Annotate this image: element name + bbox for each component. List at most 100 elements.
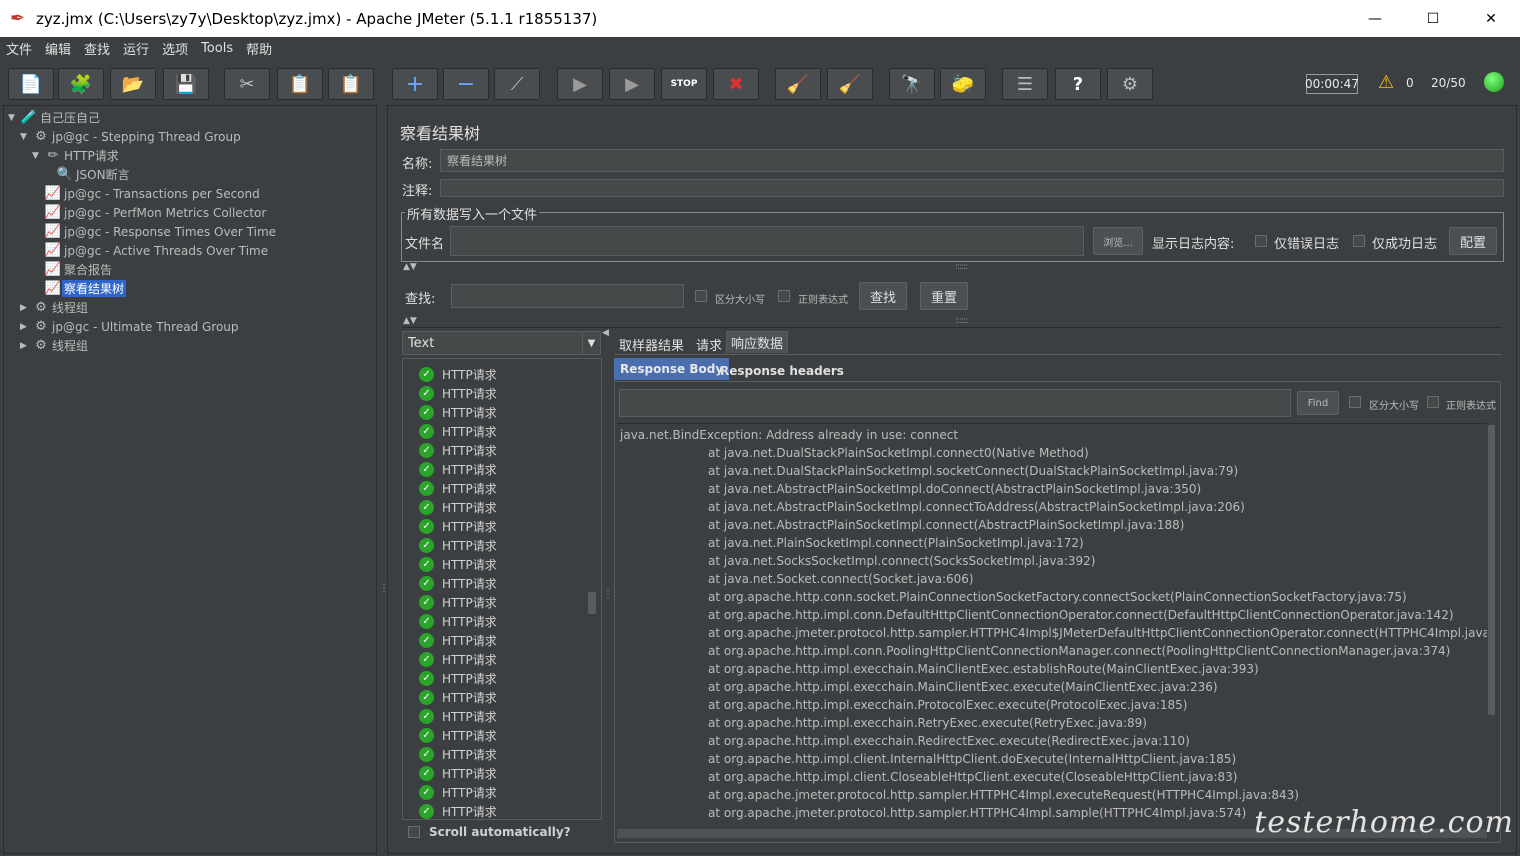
start-no-pauses-icon[interactable]: ▶ [609,68,655,100]
collapsed-arrow-icon[interactable]: ▶ [20,322,32,332]
expanded-arrow-icon[interactable]: ▼ [32,151,44,161]
response-case-checkbox[interactable] [1349,396,1361,408]
main-splitter[interactable]: ⋮ [378,105,389,854]
tree-node[interactable]: ▼ ✏ HTTP请求 [32,146,121,165]
sample-results-list[interactable]: ✓ HTTP请求 ✓ HTTP请求 ✓ HTTP请求 ✓ HTTP请求 ✓ HTTP请求 ✓ HTTP… [402,358,602,820]
tree-node[interactable]: ▼ ⚙ jp@gc - Stepping Thread Group [20,127,243,146]
result-list-item[interactable]: ✓ HTTP请求 [419,593,497,612]
response-regex-checkbox[interactable] [1427,396,1439,408]
result-list-item[interactable]: ✓ HTTP请求 [419,764,497,783]
clear-icon[interactable]: 🧹 [775,68,821,100]
tab-response-data[interactable]: 响应数据 [726,331,789,353]
result-list-item[interactable]: ✓ HTTP请求 [419,726,497,745]
start-icon[interactable]: ▶ [557,68,603,100]
menu-file[interactable]: 文件 [6,39,32,58]
collapsed-arrow-icon[interactable]: ▶ [20,303,32,313]
collapse-arrows-icon-2[interactable]: ▲▼ [403,316,417,326]
minimize-button[interactable]: — [1346,0,1404,37]
tree-node[interactable]: 📈 jp@gc - Transactions per Second [32,184,262,203]
case-sensitive-checkbox[interactable] [695,290,707,302]
chevron-down-icon[interactable]: ▼ [582,332,600,354]
filename-field[interactable] [450,226,1084,256]
name-field[interactable]: 察看结果树 [440,149,1504,172]
response-find-button[interactable]: Find [1297,391,1339,415]
cut-icon[interactable]: ✂ [224,68,270,100]
browse-button[interactable]: 浏览... [1093,227,1143,255]
result-list-item[interactable]: ✓ HTTP请求 [419,650,497,669]
tree-node[interactable]: 📈 jp@gc - Response Times Over Time [32,222,278,241]
reset-search-icon[interactable]: 🧽 [940,68,986,100]
tree-node[interactable]: ▶ ⚙ 线程组 [20,336,90,355]
save-icon[interactable]: 💾 [163,68,209,100]
result-list-item[interactable]: ✓ HTTP请求 [419,403,497,422]
subtab-response-headers[interactable]: Response headers [714,360,850,382]
collapsed-arrow-icon[interactable]: ▶ [20,341,32,351]
result-list-item[interactable]: ✓ HTTP请求 [419,384,497,403]
result-list-item[interactable]: ✓ HTTP请求 [419,783,497,802]
tree-node[interactable]: 📈 聚合报告 [32,260,114,279]
response-vertical-scrollbar[interactable] [1487,423,1496,833]
renderer-select[interactable]: Text ▼ [402,331,601,355]
errors-only-checkbox[interactable] [1255,235,1267,247]
response-find-input[interactable] [619,389,1291,417]
search-icon[interactable]: 🔭 [889,68,935,100]
search-input[interactable] [451,284,684,308]
tab-sampler-result[interactable]: 取样器结果 [615,333,688,355]
scroll-thumb[interactable] [1488,425,1495,715]
tree-node[interactable]: 🔍 JSON断言 [44,165,132,184]
result-list-item[interactable]: ✓ HTTP请求 [419,555,497,574]
tree-node[interactable]: 📈 jp@gc - Active Threads Over Time [32,241,270,260]
result-list-item[interactable]: ✓ HTTP请求 [419,365,497,384]
result-list-item[interactable]: ✓ HTTP请求 [419,802,497,819]
regex-checkbox[interactable] [778,290,790,302]
open-icon[interactable]: 📂 [110,68,156,100]
menu-run[interactable]: 运行 [123,39,149,58]
result-list-item[interactable]: ✓ HTTP请求 [419,498,497,517]
list-scrollbar[interactable] [588,592,596,614]
collapse-icon[interactable]: − [443,68,489,100]
collapse-arrows-icon[interactable]: ▲▼ [403,262,417,272]
remote-icon[interactable]: ⚙ [1107,68,1153,100]
reset-button[interactable]: 重置 [920,282,968,310]
comment-field[interactable] [440,179,1504,197]
result-list-item[interactable]: ✓ HTTP请求 [419,441,497,460]
scroll-automatically-checkbox[interactable] [408,826,420,838]
toggle-icon[interactable]: ⟋ [494,68,540,100]
result-list-item[interactable]: ✓ HTTP请求 [419,707,497,726]
menu-help[interactable]: 帮助 [246,39,272,58]
result-list-item[interactable]: ✓ HTTP请求 [419,669,497,688]
result-list-item[interactable]: ✓ HTTP请求 [419,460,497,479]
configure-button[interactable]: 配置 [1449,227,1497,255]
tree-node[interactable]: ▶ ⚙ jp@gc - Ultimate Thread Group [20,317,241,336]
result-list-item[interactable]: ✓ HTTP请求 [419,631,497,650]
result-list-item[interactable]: ✓ HTTP请求 [419,422,497,441]
shutdown-icon[interactable]: ✖ [713,68,759,100]
expanded-arrow-icon[interactable]: ▼ [20,132,32,142]
close-button[interactable]: ✕ [1462,0,1520,37]
tree-node[interactable]: ▶ ⚙ 线程组 [20,298,90,317]
warning-icon[interactable]: ⚠ [1378,72,1394,93]
result-list-item[interactable]: ✓ HTTP请求 [419,612,497,631]
expand-icon[interactable]: + [392,68,438,100]
expanded-arrow-icon[interactable]: ▼ [8,113,20,123]
divider-grip[interactable]: :::::: [955,262,968,272]
success-only-checkbox[interactable] [1353,235,1365,247]
copy-icon[interactable]: 📋 [277,68,323,100]
help-icon[interactable]: ? [1055,68,1101,100]
tree-node[interactable]: 📈 察看结果树 [32,279,127,298]
stop-icon[interactable]: STOP [661,68,707,100]
result-list-item[interactable]: ✓ HTTP请求 [419,688,497,707]
find-button[interactable]: 查找 [859,282,907,310]
menu-options[interactable]: 选项 [162,39,188,58]
templates-icon[interactable]: 🧩 [58,68,104,100]
list-splitter-grip[interactable]: ⋮ [603,589,613,600]
left-splitter-arrow-icon[interactable]: ◀ [602,328,609,338]
subtab-response-body[interactable]: Response Body [614,358,730,380]
maximize-button[interactable]: ☐ [1404,0,1462,37]
paste-icon[interactable]: 📋 [328,68,374,100]
result-list-item[interactable]: ✓ HTTP请求 [419,536,497,555]
function-helper-icon[interactable]: ☰ [1002,68,1048,100]
tab-request[interactable]: 请求 [692,333,726,355]
result-list-item[interactable]: ✓ HTTP请求 [419,517,497,536]
menu-edit[interactable]: 编辑 [45,39,71,58]
